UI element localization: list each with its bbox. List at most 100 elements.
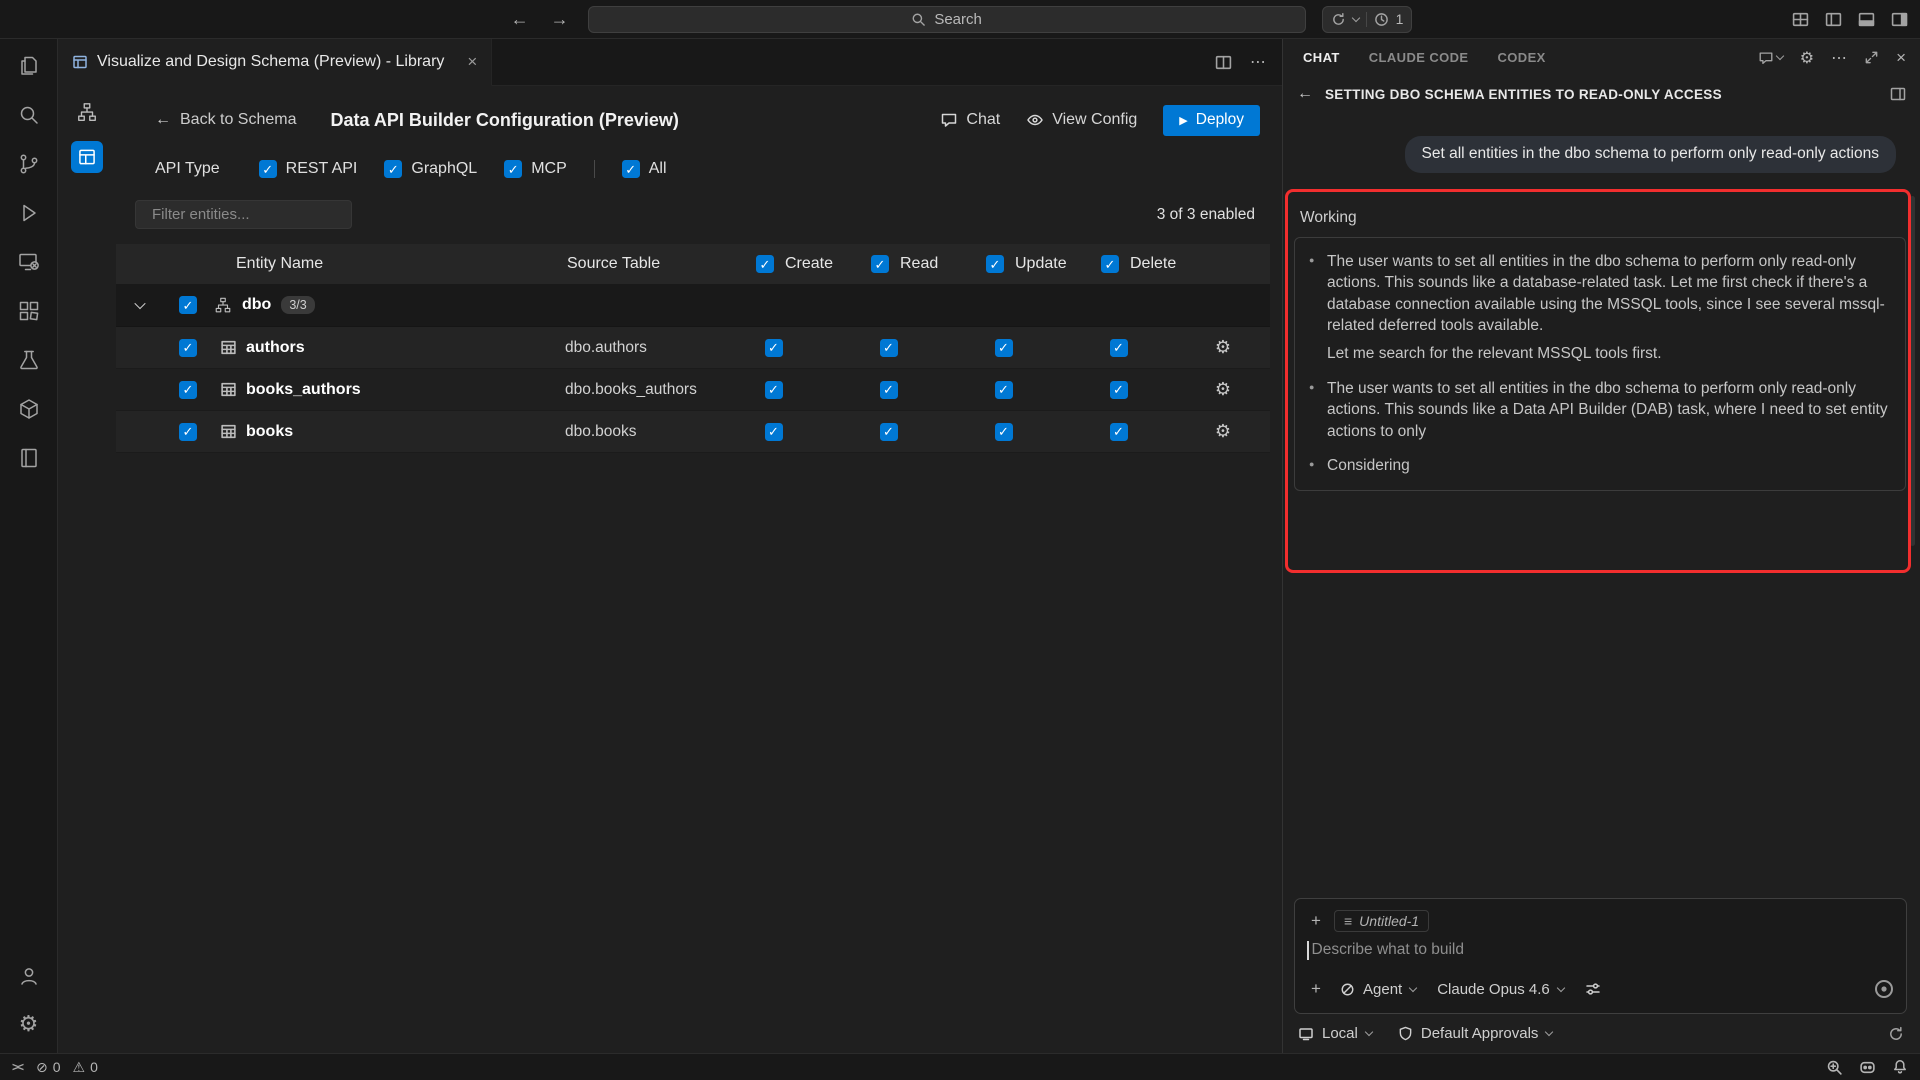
open-in-editor-icon[interactable] bbox=[1890, 86, 1906, 102]
attach-icon[interactable]: + bbox=[1307, 979, 1325, 999]
row-select-checkbox[interactable] bbox=[179, 339, 197, 357]
approvals-dropdown[interactable]: Default Approvals bbox=[1398, 1025, 1553, 1042]
read-all-checkbox[interactable] bbox=[871, 255, 889, 273]
context-chip-untitled-1[interactable]: ≡ Untitled-1 bbox=[1334, 910, 1429, 932]
update-checkbox[interactable] bbox=[995, 339, 1013, 357]
row-select-checkbox[interactable] bbox=[179, 381, 197, 399]
notifications-bell-icon[interactable] bbox=[1892, 1059, 1908, 1075]
scrollbar-thumb[interactable] bbox=[1910, 196, 1915, 546]
toggle-panel-icon[interactable] bbox=[1858, 11, 1875, 28]
tab-codex[interactable]: CODEX bbox=[1498, 50, 1546, 65]
copilot-session-control[interactable]: 1 bbox=[1322, 6, 1413, 33]
row-settings-gear-icon[interactable]: ⚙ bbox=[1215, 421, 1231, 442]
extensions-icon[interactable] bbox=[16, 298, 42, 324]
create-checkbox[interactable] bbox=[765, 339, 783, 357]
delete-checkbox[interactable] bbox=[1110, 339, 1128, 357]
chat-close-icon[interactable]: × bbox=[1896, 48, 1906, 68]
send-button[interactable] bbox=[1874, 979, 1894, 999]
status-bar: >< ⊘ 0 ⚠ 0 bbox=[0, 1053, 1920, 1080]
table-row[interactable]: authors dbo.authors ⚙ bbox=[116, 327, 1270, 369]
tab-visualize-design-schema[interactable]: Visualize and Design Schema (Preview) - … bbox=[58, 39, 492, 86]
chat-mode-dropdown[interactable] bbox=[1758, 50, 1783, 66]
notebook-icon[interactable] bbox=[16, 445, 42, 471]
delete-all-checkbox[interactable] bbox=[1101, 255, 1119, 273]
back-to-schema-link[interactable]: ← Back to Schema bbox=[155, 111, 297, 129]
create-checkbox[interactable] bbox=[765, 423, 783, 441]
chat-prompt-input[interactable]: Describe what to build bbox=[1312, 941, 1465, 959]
all-checkbox[interactable] bbox=[622, 160, 640, 178]
filter-entities-input[interactable] bbox=[152, 206, 351, 223]
split-editor-icon[interactable] bbox=[1215, 54, 1232, 71]
chat-settings-gear-icon[interactable]: ⚙ bbox=[1800, 48, 1814, 68]
chat-button[interactable]: Chat bbox=[940, 111, 1000, 129]
graphql-checkbox[interactable] bbox=[384, 160, 402, 178]
table-row[interactable]: books_authors dbo.books_authors ⚙ bbox=[116, 369, 1270, 411]
configuration-view-button[interactable] bbox=[71, 141, 103, 173]
search-sidebar-icon[interactable] bbox=[16, 102, 42, 128]
testing-icon[interactable] bbox=[16, 347, 42, 373]
create-all-checkbox[interactable] bbox=[756, 255, 774, 273]
package-cube-icon[interactable] bbox=[16, 396, 42, 422]
row-select-checkbox[interactable] bbox=[179, 423, 197, 441]
environment-dropdown[interactable]: Local bbox=[1298, 1025, 1372, 1042]
nav-forward-icon[interactable]: → bbox=[548, 9, 572, 30]
table-row[interactable]: books dbo.books ⚙ bbox=[116, 411, 1270, 453]
toggle-secondary-sidebar-icon[interactable] bbox=[1891, 11, 1908, 28]
filter-entities-field[interactable] bbox=[135, 200, 352, 229]
update-all-checkbox[interactable] bbox=[986, 255, 1004, 273]
session-back-icon[interactable]: ← bbox=[1297, 85, 1313, 103]
delete-checkbox[interactable] bbox=[1110, 423, 1128, 441]
nav-back-icon[interactable]: ← bbox=[508, 9, 532, 30]
tools-sliders-icon[interactable] bbox=[1585, 981, 1601, 997]
read-checkbox[interactable] bbox=[880, 381, 898, 399]
problems-indicator[interactable]: ⊘ 0 ⚠ 0 bbox=[36, 1059, 98, 1076]
tab-close-icon[interactable]: × bbox=[453, 52, 477, 72]
read-checkbox[interactable] bbox=[880, 423, 898, 441]
api-type-rest[interactable]: REST API bbox=[259, 160, 358, 178]
session-refresh-icon[interactable] bbox=[1888, 1026, 1904, 1042]
session-count: 1 bbox=[1396, 11, 1404, 27]
dbo-group-checkbox[interactable] bbox=[179, 296, 197, 314]
command-center-search[interactable]: Search bbox=[588, 6, 1306, 33]
tab-claude-code[interactable]: CLAUDE CODE bbox=[1369, 50, 1469, 65]
chat-transcript[interactable]: Set all entities in the dbo schema to pe… bbox=[1283, 112, 1920, 898]
chat-more-icon[interactable]: ⋯ bbox=[1831, 48, 1847, 68]
mcp-checkbox[interactable] bbox=[504, 160, 522, 178]
expand-icon[interactable] bbox=[1864, 50, 1879, 65]
rest-api-checkbox[interactable] bbox=[259, 160, 277, 178]
api-type-all[interactable]: All bbox=[622, 160, 667, 178]
schema-group-row[interactable]: dbo 3/3 bbox=[116, 284, 1270, 327]
read-checkbox[interactable] bbox=[880, 339, 898, 357]
delete-checkbox[interactable] bbox=[1110, 381, 1128, 399]
row-settings-gear-icon[interactable]: ⚙ bbox=[1215, 379, 1231, 400]
visualize-schema-view-icon[interactable] bbox=[71, 96, 103, 128]
collapse-chevron-icon[interactable] bbox=[134, 298, 145, 309]
run-debug-icon[interactable] bbox=[16, 200, 42, 226]
remote-explorer-icon[interactable] bbox=[16, 249, 42, 275]
chevron-down-icon bbox=[1365, 1028, 1373, 1036]
editor-actions-more-icon[interactable]: ⋯ bbox=[1250, 52, 1266, 72]
source-control-icon[interactable] bbox=[16, 151, 42, 177]
update-checkbox[interactable] bbox=[995, 381, 1013, 399]
add-context-icon[interactable]: + bbox=[1307, 911, 1325, 931]
account-icon[interactable] bbox=[16, 963, 42, 989]
agent-thinking-box[interactable]: The user wants to set all entities in th… bbox=[1294, 237, 1906, 491]
agent-mode-dropdown[interactable]: Agent bbox=[1340, 981, 1416, 998]
deploy-button[interactable]: ▶ Deploy bbox=[1163, 105, 1260, 136]
model-dropdown[interactable]: Claude Opus 4.6 bbox=[1437, 981, 1564, 998]
chat-input-box[interactable]: + ≡ Untitled-1 Describe what to build + … bbox=[1294, 898, 1907, 1014]
view-config-button[interactable]: View Config bbox=[1026, 111, 1137, 129]
customize-layout-icon[interactable] bbox=[1792, 11, 1809, 28]
row-settings-gear-icon[interactable]: ⚙ bbox=[1215, 337, 1231, 358]
remote-indicator-icon[interactable]: >< bbox=[12, 1060, 22, 1074]
toggle-primary-sidebar-icon[interactable] bbox=[1825, 11, 1842, 28]
tab-chat[interactable]: CHAT bbox=[1303, 50, 1340, 65]
settings-gear-icon[interactable]: ⚙ bbox=[16, 1011, 42, 1037]
copilot-status-icon[interactable] bbox=[1859, 1059, 1876, 1076]
update-checkbox[interactable] bbox=[995, 423, 1013, 441]
screencast-zoom-icon[interactable] bbox=[1826, 1059, 1843, 1076]
api-type-graphql[interactable]: GraphQL bbox=[384, 160, 477, 178]
explorer-icon[interactable] bbox=[16, 53, 42, 79]
create-checkbox[interactable] bbox=[765, 381, 783, 399]
api-type-mcp[interactable]: MCP bbox=[504, 160, 567, 178]
